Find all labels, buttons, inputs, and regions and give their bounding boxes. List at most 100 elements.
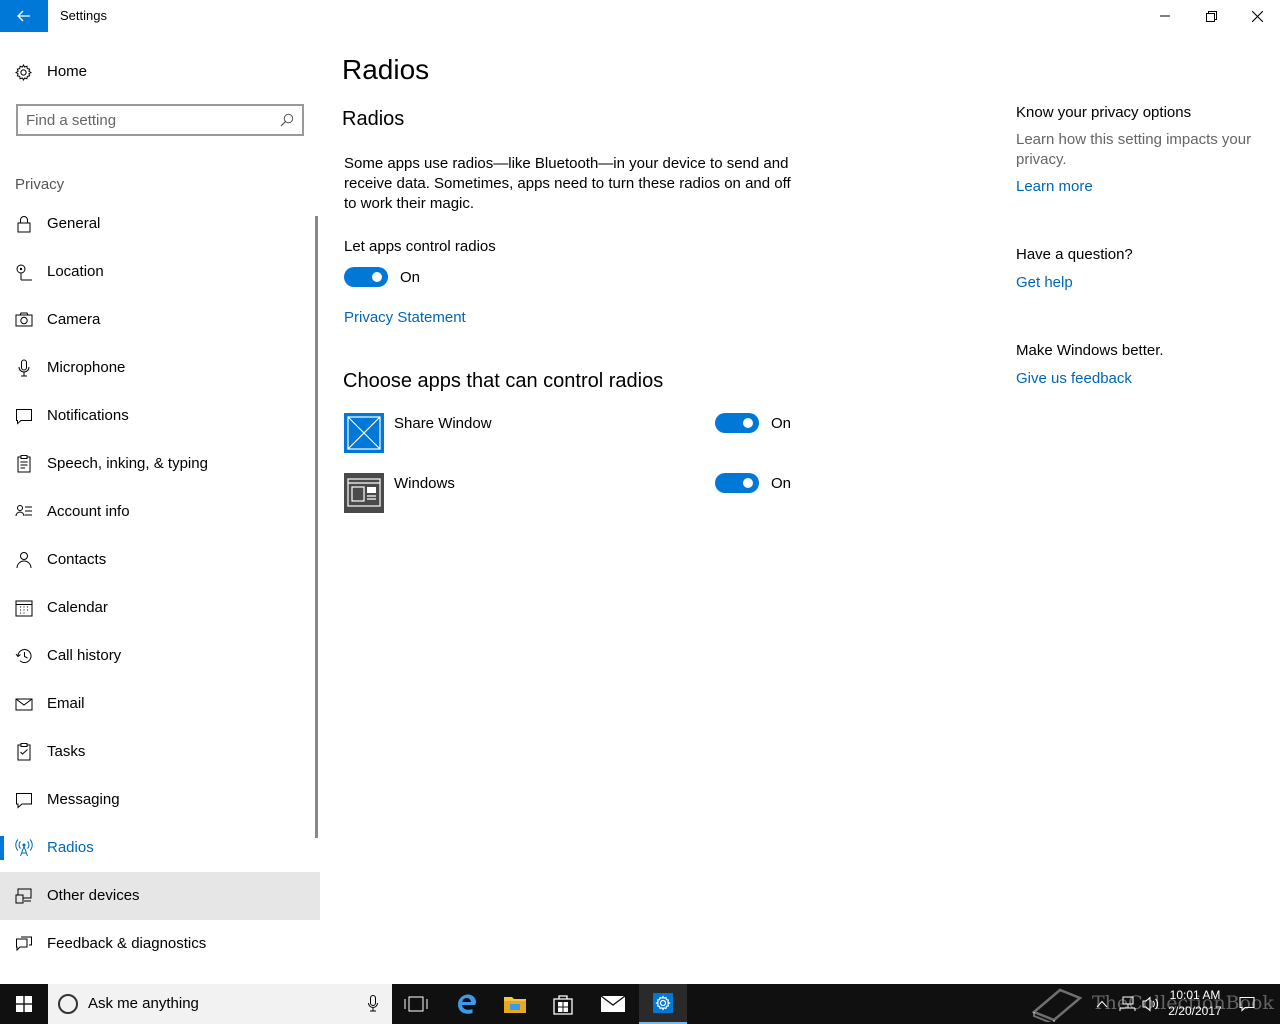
restore-button[interactable]: [1188, 0, 1234, 32]
give-feedback-link[interactable]: Give us feedback: [1016, 370, 1132, 387]
taskbar-clock[interactable]: 10:01 AM 2/20/2017: [1160, 987, 1230, 1019]
email-icon: [15, 698, 33, 711]
gear-icon: [653, 993, 673, 1013]
sidebar-item-label: Location: [47, 263, 104, 280]
start-button[interactable]: [0, 984, 48, 1024]
clock-date: 2/20/2017: [1168, 1004, 1222, 1018]
sidebar: Home Privacy General Location Camera Mic…: [0, 32, 320, 984]
minimize-icon: [1160, 15, 1170, 17]
network-tray-button[interactable]: [1116, 984, 1138, 1024]
gear-icon: [15, 64, 32, 81]
let-apps-control-radios-toggle[interactable]: [344, 267, 388, 287]
sidebar-item-label: General: [47, 215, 101, 232]
learn-more-link[interactable]: Learn more: [1016, 178, 1093, 195]
sidebar-item-label: Microphone: [47, 359, 126, 376]
show-hidden-icons-button[interactable]: [1092, 984, 1112, 1024]
calendar-icon: [15, 600, 33, 617]
store-taskbar-button[interactable]: [539, 984, 587, 1024]
sidebar-item-camera[interactable]: Camera: [0, 296, 320, 344]
mail-taskbar-button[interactable]: [589, 984, 637, 1024]
sidebar-item-label: Messaging: [47, 791, 120, 808]
account-info-icon: [15, 505, 32, 517]
volume-icon: [1142, 996, 1159, 1012]
taskbar: Ask me anything TheCollectionBook 10:01 …: [0, 984, 1280, 1024]
camera-icon: [15, 312, 33, 327]
radios-icon: [15, 839, 33, 857]
sidebar-item-email[interactable]: Email: [0, 680, 320, 728]
privacy-section-label: Privacy: [15, 176, 65, 193]
file-explorer-taskbar-button[interactable]: [491, 984, 539, 1024]
back-button[interactable]: [0, 0, 48, 32]
book-icon: [1031, 988, 1083, 1022]
share-window-toggle[interactable]: [715, 413, 759, 433]
other-devices-icon: [15, 888, 32, 904]
sidebar-scrollbar[interactable]: [315, 216, 318, 838]
sidebar-item-label: Notifications: [47, 407, 129, 424]
search-input[interactable]: [26, 110, 276, 130]
search-icon[interactable]: [280, 113, 294, 127]
cortana-search-box[interactable]: Ask me anything: [48, 984, 392, 1024]
app-name: Windows: [394, 475, 455, 492]
minimize-button[interactable]: [1142, 0, 1188, 32]
settings-taskbar-button[interactable]: [639, 984, 687, 1024]
sidebar-item-contacts[interactable]: Contacts: [0, 536, 320, 584]
sidebar-item-account-info[interactable]: Account info: [0, 488, 320, 536]
chevron-up-icon: [1096, 1000, 1108, 1008]
close-icon: [1251, 10, 1263, 22]
action-center-button[interactable]: [1236, 984, 1258, 1024]
store-icon: [553, 995, 573, 1015]
get-help-link[interactable]: Get help: [1016, 274, 1073, 291]
clock-time: 10:01 AM: [1169, 988, 1221, 1002]
sidebar-item-call-history[interactable]: Call history: [0, 632, 320, 680]
sidebar-item-other-devices[interactable]: Other devices: [0, 872, 320, 920]
sidebar-item-label: Tasks: [47, 743, 86, 760]
sidebar-item-speech[interactable]: Speech, inking, & typing: [0, 440, 320, 488]
lock-icon: [17, 216, 31, 233]
edge-taskbar-button[interactable]: [443, 984, 491, 1024]
privacy-nav: General Location Camera Microphone Notif…: [0, 200, 320, 968]
section-heading: Radios: [342, 108, 405, 130]
location-icon: [16, 264, 32, 281]
task-view-button[interactable]: [392, 984, 440, 1024]
sidebar-item-label: Email: [47, 695, 85, 712]
apps-section-title: Choose apps that can control radios: [343, 370, 664, 392]
sidebar-item-radios[interactable]: Radios: [0, 824, 320, 872]
sidebar-item-general[interactable]: General: [0, 200, 320, 248]
sidebar-item-label: Contacts: [47, 551, 107, 568]
tasks-icon: [17, 743, 31, 761]
volume-tray-button[interactable]: [1140, 984, 1162, 1024]
windows-logo-icon: [16, 996, 32, 1012]
title-bar: Settings: [0, 0, 1280, 32]
sidebar-item-tasks[interactable]: Tasks: [0, 728, 320, 776]
sidebar-item-label: Call history: [47, 647, 122, 664]
mail-icon: [600, 995, 626, 1012]
cortana-icon: [58, 994, 78, 1014]
settings-search[interactable]: [16, 104, 304, 136]
cortana-placeholder: Ask me anything: [88, 995, 199, 1012]
sidebar-item-feedback[interactable]: Feedback & diagnostics: [0, 920, 320, 968]
window-title: Settings: [60, 8, 107, 23]
sidebar-item-notifications[interactable]: Notifications: [0, 392, 320, 440]
sidebar-item-label: Other devices: [47, 887, 140, 904]
toggle-state-label: On: [771, 475, 792, 492]
edge-icon: [458, 994, 477, 1014]
sidebar-item-calendar[interactable]: Calendar: [0, 584, 320, 632]
history-icon: [15, 649, 32, 663]
sidebar-item-microphone[interactable]: Microphone: [0, 344, 320, 392]
home-nav-item[interactable]: Home: [0, 56, 320, 88]
microphone-icon[interactable]: [368, 995, 378, 1012]
privacy-statement-link[interactable]: Privacy Statement: [344, 309, 466, 326]
close-button[interactable]: [1234, 0, 1280, 32]
page-title: Radios: [342, 54, 430, 85]
privacy-options-heading: Know your privacy options: [1016, 104, 1192, 121]
sidebar-item-label: Calendar: [47, 599, 108, 616]
sidebar-item-messaging[interactable]: Messaging: [0, 776, 320, 824]
master-toggle-label: Let apps control radios: [344, 238, 496, 255]
microphone-icon: [18, 359, 30, 377]
sidebar-item-label: Feedback & diagnostics: [47, 935, 207, 952]
sidebar-item-location[interactable]: Location: [0, 248, 320, 296]
toggle-state-label: On: [400, 269, 421, 286]
back-arrow-icon: [17, 10, 30, 22]
windows-toggle[interactable]: [715, 473, 759, 493]
contacts-icon: [16, 552, 32, 569]
